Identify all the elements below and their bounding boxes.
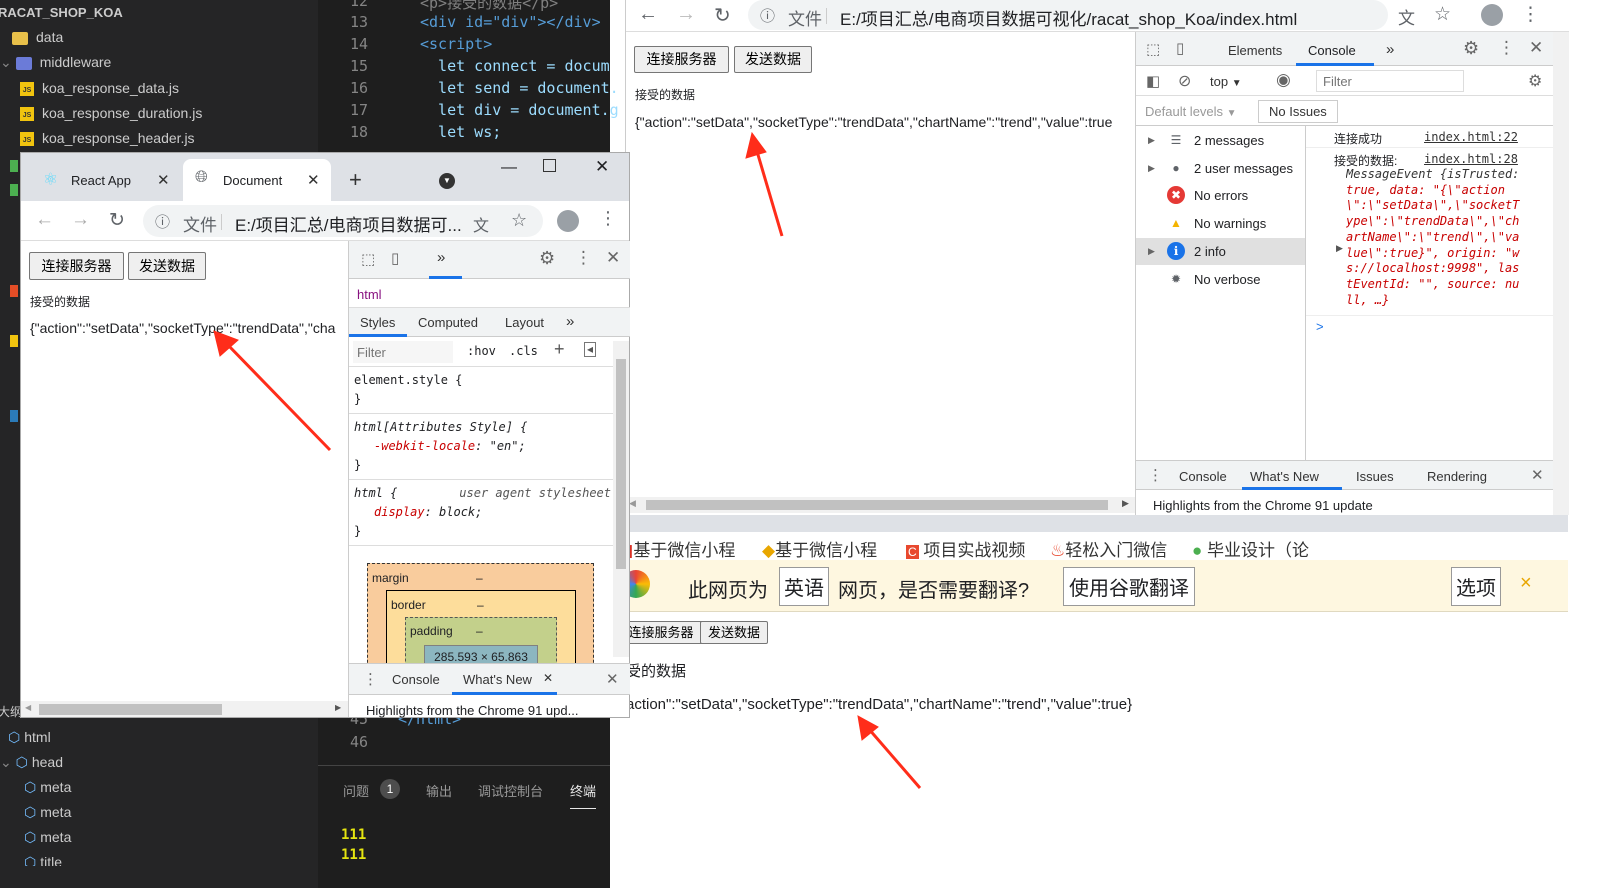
red-arrowhead-top bbox=[745, 131, 767, 159]
annotation-arrows bbox=[213, 131, 922, 789]
red-arrow-top bbox=[754, 147, 784, 237]
red-arrow-bottom bbox=[866, 727, 922, 789]
red-arrow-small-window bbox=[224, 341, 332, 452]
